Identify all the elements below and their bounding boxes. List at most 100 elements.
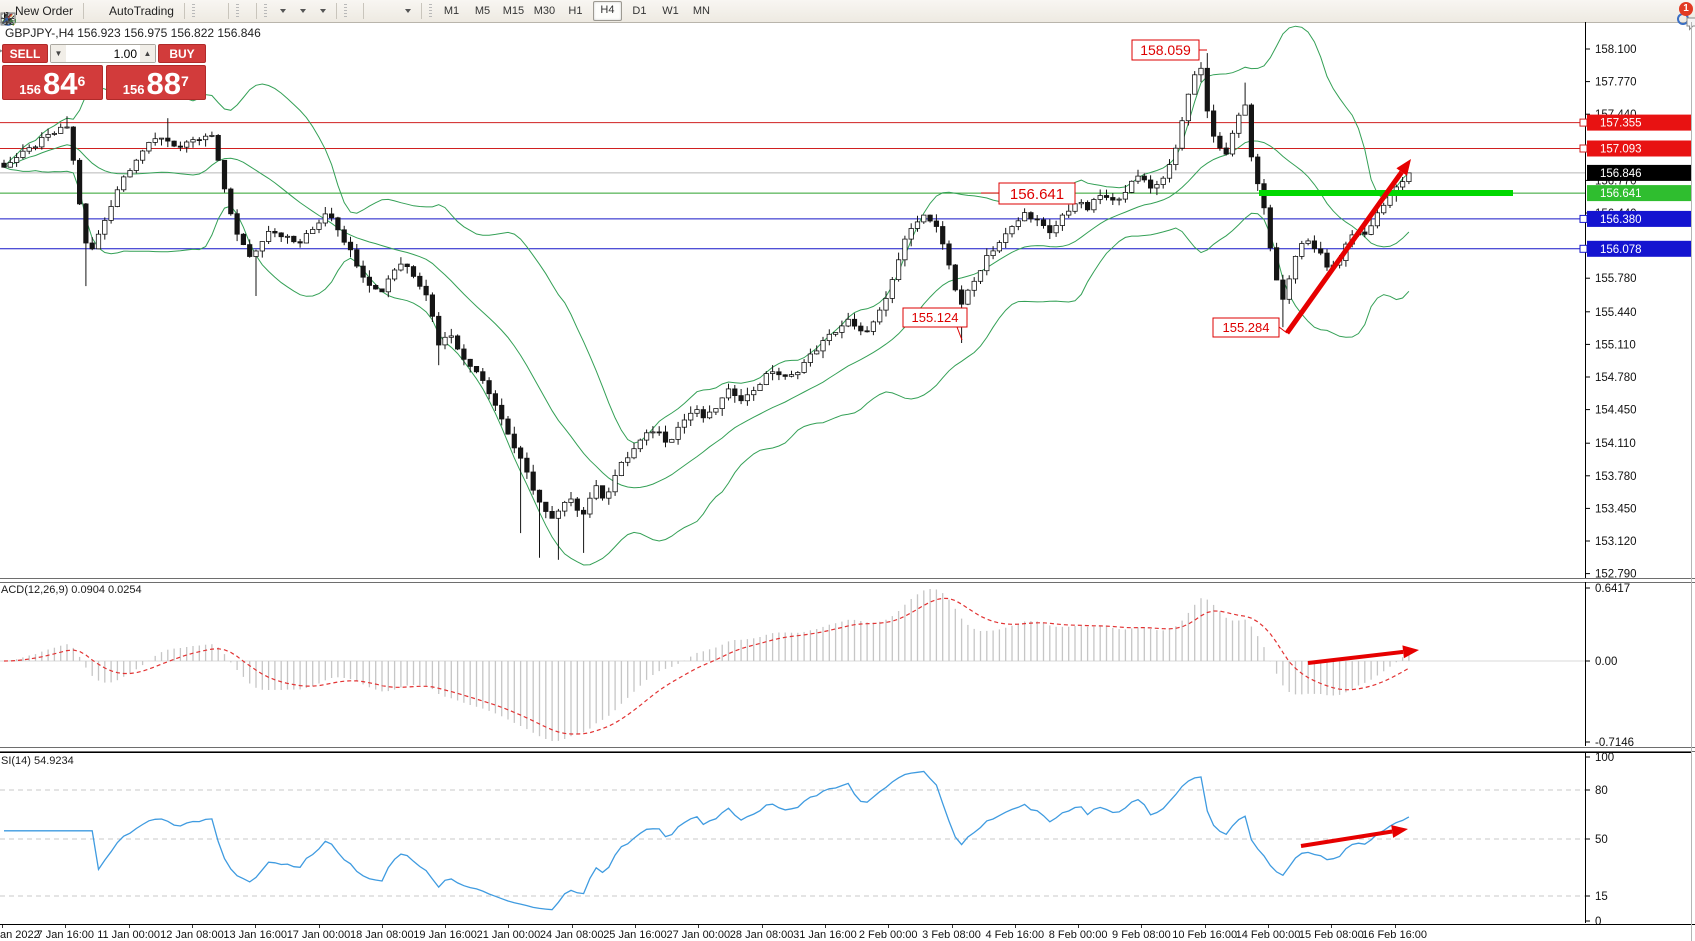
price-tick-label: 155.110	[1595, 339, 1636, 351]
price-badge: 157.355	[1587, 115, 1691, 131]
volume-decrease-button[interactable]: ▼	[51, 45, 66, 62]
rsi-tick-label: 0	[1595, 916, 1601, 924]
price-tick-label: 154.450	[1595, 405, 1637, 417]
time-axis-label: 9 Feb 08:00	[1112, 929, 1171, 941]
sell-price-big: 84	[43, 71, 77, 97]
rsi-tick-label: 15	[1595, 891, 1608, 903]
macd-tick-label: 0.6417	[1595, 583, 1630, 595]
macd-signal-line	[4, 598, 1409, 734]
price-tick-label: 155.440	[1595, 307, 1637, 319]
price-tick-label: 154.110	[1595, 438, 1636, 450]
macd-tick-label: -0.7146	[1595, 737, 1634, 746]
volume-increase-button[interactable]: ▲	[140, 45, 155, 62]
svg-text:156.380: 156.380	[1600, 214, 1642, 226]
toolbar: New Order AutoTrading	[0, 0, 1695, 23]
time-axis-label: 4 Feb 16:00	[985, 929, 1044, 941]
time-axis-label: 15 Feb 08:00	[1299, 929, 1364, 941]
timeframe-m15[interactable]: M15	[500, 2, 527, 20]
time-tick	[382, 925, 383, 928]
time-tick	[572, 925, 573, 928]
time-axis-label: 25 Jan 16:00	[603, 929, 667, 941]
rsi-panel[interactable]: 1008050150	[0, 752, 1695, 924]
sell-price-panel[interactable]: 156 84 6	[2, 65, 103, 100]
buy-button[interactable]: BUY	[158, 44, 206, 63]
trend-arrow[interactable]	[1301, 825, 1408, 846]
timeframe-m30[interactable]: M30	[531, 2, 558, 20]
timeframe-m1[interactable]: M1	[438, 2, 465, 20]
sell-price-prefix: 156	[19, 82, 41, 97]
time-tick	[888, 925, 889, 928]
time-axis-label: 17 Jan 00:00	[287, 929, 351, 941]
bollinger-bands	[4, 26, 1409, 565]
trend-arrow[interactable]	[1287, 159, 1411, 333]
rsi-tick-label: 50	[1595, 834, 1608, 846]
period-dropdown[interactable]	[293, 8, 309, 14]
chevron-down-icon	[300, 9, 306, 13]
buy-price-big: 88	[146, 71, 180, 97]
time-tick	[1078, 925, 1079, 928]
timeframe-h1[interactable]: H1	[562, 2, 589, 20]
macd-label: ACD(12,26,9) 0.0904 0.0254	[1, 584, 142, 596]
timeframe-d1[interactable]: D1	[626, 2, 653, 20]
time-axis[interactable]: an 20227 Jan 16:0011 Jan 00:0012 Jan 08:…	[0, 924, 1695, 941]
time-axis-label: 28 Jan 08:00	[730, 929, 794, 941]
volume-input[interactable]	[66, 45, 140, 62]
time-tick	[1331, 925, 1332, 928]
macd-panel[interactable]: 0.6417 0.00 -0.7146	[0, 582, 1695, 746]
timeframe-group: M1M5M15M30H1H4D1W1MN	[424, 0, 720, 22]
sell-button[interactable]: SELL	[2, 44, 48, 63]
chevron-down-icon	[280, 9, 286, 13]
time-tick	[1015, 925, 1016, 928]
time-axis-label: 3 Feb 08:00	[922, 929, 981, 941]
time-tick	[508, 925, 509, 928]
price-tick-label: 157.770	[1595, 77, 1637, 89]
main-price-chart[interactable]: 158.059156.641155.124155.284158.100157.7…	[0, 22, 1695, 578]
price-badge: 157.093	[1587, 141, 1691, 157]
time-tick	[952, 925, 953, 928]
time-tick	[65, 925, 66, 928]
sell-price-sup: 6	[77, 66, 85, 96]
time-axis-label: 27 Jan 00:00	[666, 929, 730, 941]
new-order-label: New Order	[15, 4, 73, 18]
time-tick	[1395, 925, 1396, 928]
one-click-trading-panel: SELL ▼ ▲ BUY 156 84 6 156 88 7	[2, 44, 206, 100]
buy-price-sup: 7	[181, 66, 189, 96]
timeframe-w1[interactable]: W1	[657, 2, 684, 20]
price-annotation[interactable]: 155.284	[1213, 318, 1287, 337]
time-axis-label: 8 Feb 00:00	[1049, 929, 1108, 941]
time-axis-label: 11 Jan 00:00	[97, 929, 160, 941]
time-axis-label: 14 Feb 00:00	[1236, 929, 1301, 941]
time-axis-label: 7 Jan 16:00	[37, 929, 95, 941]
notification-badge[interactable]: 1	[1679, 2, 1693, 16]
autotrading-label: AutoTrading	[109, 4, 174, 18]
price-tick-label: 154.780	[1595, 372, 1637, 384]
price-annotation[interactable]: 158.059	[1132, 40, 1207, 60]
window-right-edge	[1691, 22, 1692, 941]
svg-text:156.641: 156.641	[1010, 186, 1064, 203]
autotrading-button[interactable]: AutoTrading	[103, 3, 177, 19]
timeframe-m5[interactable]: M5	[469, 2, 496, 20]
price-annotation[interactable]: 155.124	[903, 308, 967, 340]
time-axis-label: 12 Jan 08:00	[160, 929, 224, 941]
price-badge: 156.641	[1587, 185, 1691, 201]
time-tick	[825, 925, 826, 928]
timeframe-mn[interactable]: MN	[688, 2, 715, 20]
price-tick-label: 153.780	[1595, 471, 1637, 483]
time-axis-label: 19 Jan 16:00	[413, 929, 477, 941]
macd-tick-label: 0.00	[1595, 656, 1617, 668]
new-order-button[interactable]: New Order	[9, 3, 76, 19]
price-tick-label: 153.450	[1595, 503, 1637, 515]
time-axis-label: 10 Feb 16:00	[1172, 929, 1237, 941]
svg-text:156.078: 156.078	[1600, 244, 1642, 256]
rsi-tick-label: 80	[1595, 785, 1608, 797]
time-axis-label: 13 Jan 16:00	[223, 929, 287, 941]
price-badge: 156.380	[1587, 211, 1691, 227]
arrows-dropdown[interactable]	[398, 8, 414, 14]
time-axis-label: 21 Jan 00:00	[477, 929, 541, 941]
buy-price-prefix: 156	[123, 82, 145, 97]
buy-price-panel[interactable]: 156 88 7	[106, 65, 207, 100]
timeframe-h4[interactable]: H4	[593, 1, 622, 21]
template-dropdown[interactable]	[313, 8, 329, 14]
chart-title: GBPJPY-,H4 156.923 156.975 156.822 156.8…	[5, 26, 261, 40]
new-chart-dropdown[interactable]	[273, 8, 289, 14]
